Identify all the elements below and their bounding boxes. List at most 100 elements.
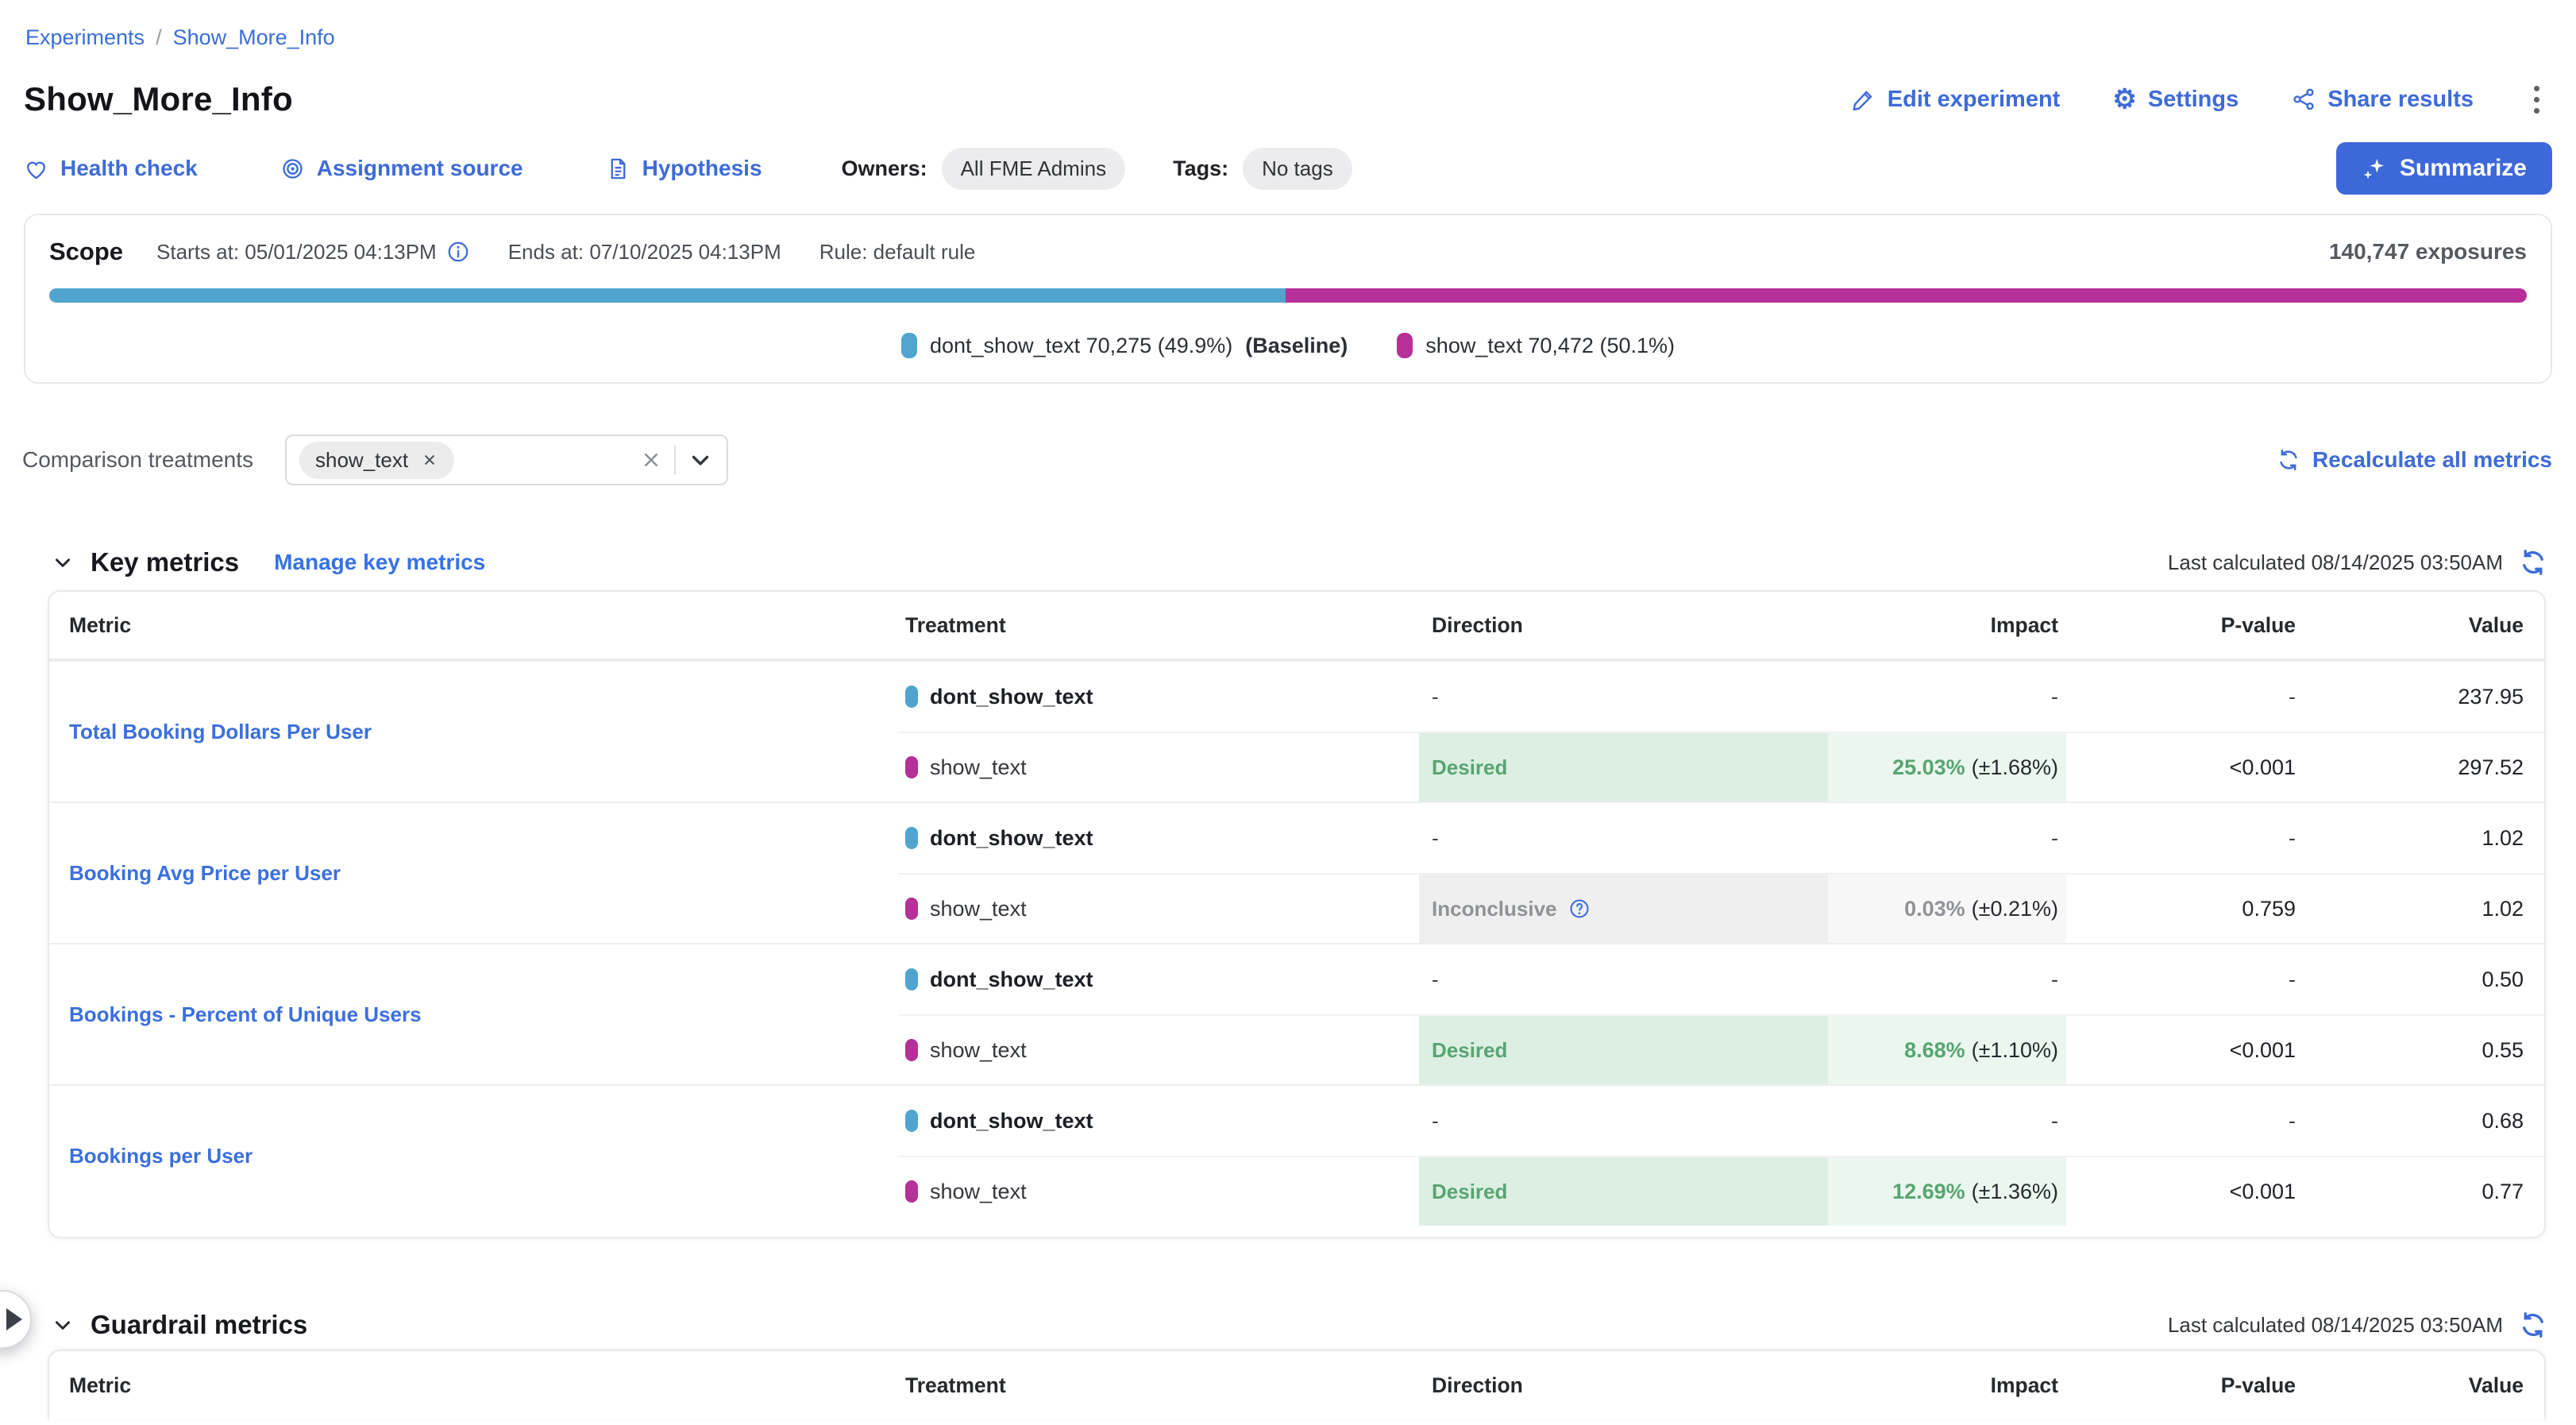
metric-value: 297.52 bbox=[2458, 755, 2524, 780]
metric-link[interactable]: Bookings per User bbox=[69, 1144, 253, 1168]
impact-value: - bbox=[2051, 685, 2058, 709]
hypothesis-link[interactable]: Hypothesis bbox=[606, 156, 762, 181]
col-impact: Impact bbox=[1828, 613, 2066, 638]
table-header: Metric Treatment Direction Impact P-valu… bbox=[49, 592, 2544, 660]
breadcrumb-current-link[interactable]: Show_More_Info bbox=[173, 25, 335, 50]
direction-value: - bbox=[1432, 685, 1439, 709]
help-circle-icon[interactable] bbox=[1568, 898, 1591, 920]
treatment-chip-label: show_text bbox=[315, 448, 408, 473]
more-options-button[interactable] bbox=[2526, 81, 2547, 118]
treatment-name: dont_show_text bbox=[930, 685, 1093, 709]
legend-item-treatment: show_text 70,472 (50.1%) bbox=[1397, 333, 1675, 358]
settings-button[interactable]: ⚙ Settings bbox=[2112, 86, 2239, 113]
allocation-segment-dont-show-text bbox=[49, 288, 1286, 303]
impact-value: - bbox=[2051, 826, 2058, 851]
pvalue: - bbox=[2289, 1109, 2296, 1133]
title-actions: Edit experiment ⚙ Settings Share results bbox=[1851, 81, 2547, 118]
hypothesis-label: Hypothesis bbox=[642, 156, 762, 181]
impact-ci: (±0.21%) bbox=[1972, 897, 2058, 921]
pvalue: <0.001 bbox=[2230, 1180, 2296, 1204]
select-clear-icon[interactable] bbox=[639, 448, 663, 472]
key-metrics-table: Metric Treatment Direction Impact P-valu… bbox=[48, 590, 2546, 1238]
manage-key-metrics-link[interactable]: Manage key metrics bbox=[274, 550, 485, 575]
treatment-swatch-blue bbox=[905, 685, 918, 708]
col-impact: Impact bbox=[1828, 1373, 2066, 1398]
allocation-segment-show-text bbox=[1286, 288, 2527, 303]
metric-value: 1.02 bbox=[2482, 897, 2524, 921]
summarize-button[interactable]: Summarize bbox=[2336, 142, 2552, 195]
breadcrumb-experiments-link[interactable]: Experiments bbox=[25, 25, 145, 50]
share-results-label: Share results bbox=[2327, 87, 2474, 113]
direction-value: Inconclusive bbox=[1432, 897, 1557, 921]
document-icon bbox=[606, 156, 631, 181]
treatment-name: dont_show_text bbox=[930, 1109, 1093, 1133]
metric-link[interactable]: Booking Avg Price per User bbox=[69, 861, 341, 886]
refresh-icon[interactable] bbox=[2519, 548, 2547, 577]
edit-experiment-button[interactable]: Edit experiment bbox=[1851, 87, 2061, 113]
direction-value: - bbox=[1432, 826, 1439, 851]
refresh-icon bbox=[2277, 448, 2300, 472]
comparison-treatments-label: Comparison treatments bbox=[22, 447, 253, 473]
pvalue: - bbox=[2289, 685, 2296, 709]
refresh-icon[interactable] bbox=[2519, 1311, 2547, 1339]
sidebar-expand-button[interactable] bbox=[0, 1290, 32, 1349]
pvalue: 0.759 bbox=[2242, 897, 2296, 921]
assignment-source-link[interactable]: Assignment source bbox=[280, 156, 523, 181]
impact-ci: (±1.68%) bbox=[1972, 755, 2058, 780]
share-results-button[interactable]: Share results bbox=[2291, 87, 2474, 113]
metric-value: 0.55 bbox=[2482, 1038, 2524, 1063]
assignment-source-label: Assignment source bbox=[317, 156, 523, 181]
comparison-treatments-select[interactable]: show_text bbox=[285, 434, 728, 485]
edit-experiment-label: Edit experiment bbox=[1888, 87, 2061, 113]
impact-value: - bbox=[2051, 967, 2058, 992]
impact-ci: (±1.10%) bbox=[1972, 1038, 2058, 1063]
info-icon[interactable] bbox=[446, 240, 470, 264]
legend-item-baseline: dont_show_text 70,275 (49.9%) (Baseline) bbox=[901, 333, 1348, 358]
direction-value: Desired bbox=[1432, 1038, 1507, 1063]
recalculate-label: Recalculate all metrics bbox=[2312, 447, 2552, 473]
arrow-right-icon bbox=[6, 1308, 22, 1330]
scope-ends-at: Ends at: 07/10/2025 04:13PM bbox=[508, 240, 781, 265]
col-treatment: Treatment bbox=[899, 613, 1419, 638]
metric-group: Booking Avg Price per User dont_show_tex… bbox=[49, 801, 2544, 943]
metric-link[interactable]: Total Booking Dollars Per User bbox=[69, 720, 372, 744]
impact-pct: 25.03% bbox=[1892, 755, 1965, 780]
legend-swatch-magenta bbox=[1397, 333, 1413, 358]
share-icon bbox=[2291, 87, 2316, 112]
col-metric: Metric bbox=[49, 613, 899, 638]
treatment-name: show_text bbox=[930, 897, 1027, 921]
treatment-chip: show_text bbox=[299, 442, 454, 479]
key-metrics-section-head: Key metrics Manage key metrics Last calc… bbox=[51, 547, 2547, 577]
allocation-legend: dont_show_text 70,275 (49.9%) (Baseline)… bbox=[49, 333, 2527, 358]
scope-title: Scope bbox=[49, 238, 123, 266]
gear-icon: ⚙ bbox=[2112, 86, 2136, 113]
metric-link[interactable]: Bookings - Percent of Unique Users bbox=[69, 1002, 422, 1027]
collapse-chevron-icon[interactable] bbox=[51, 1313, 75, 1337]
guardrail-metrics-table: Metric Treatment Direction Impact P-valu… bbox=[48, 1350, 2546, 1419]
collapse-chevron-icon[interactable] bbox=[51, 550, 75, 574]
metric-value: 0.77 bbox=[2482, 1180, 2524, 1204]
pvalue: - bbox=[2289, 826, 2296, 851]
treatment-swatch-magenta bbox=[905, 1180, 918, 1203]
breadcrumb-separator: / bbox=[156, 25, 162, 50]
metric-group: Bookings - Percent of Unique Users dont_… bbox=[49, 943, 2544, 1084]
chip-remove-icon[interactable] bbox=[421, 451, 438, 469]
impact-value: - bbox=[2051, 1109, 2058, 1133]
health-check-link[interactable]: Health check bbox=[24, 156, 198, 181]
recalculate-all-metrics-button[interactable]: Recalculate all metrics bbox=[2277, 447, 2552, 473]
col-pvalue: P-value bbox=[2066, 1373, 2300, 1398]
col-pvalue: P-value bbox=[2066, 613, 2300, 638]
health-check-label: Health check bbox=[60, 156, 198, 181]
treatment-name: show_text bbox=[930, 1038, 1027, 1063]
table-header: Metric Treatment Direction Impact P-valu… bbox=[49, 1351, 2544, 1419]
col-treatment: Treatment bbox=[899, 1373, 1419, 1398]
direction-value: Desired bbox=[1432, 755, 1507, 780]
col-direction: Direction bbox=[1419, 1373, 1828, 1398]
page-title: Show_More_Info bbox=[24, 80, 293, 118]
treatment-swatch-magenta bbox=[905, 756, 918, 778]
metric-value: 1.02 bbox=[2482, 826, 2524, 851]
legend-swatch-blue bbox=[901, 333, 917, 358]
chevron-down-icon[interactable] bbox=[687, 446, 714, 473]
treatment-name: show_text bbox=[930, 755, 1027, 780]
owners-pill[interactable]: All FME Admins bbox=[942, 148, 1126, 190]
